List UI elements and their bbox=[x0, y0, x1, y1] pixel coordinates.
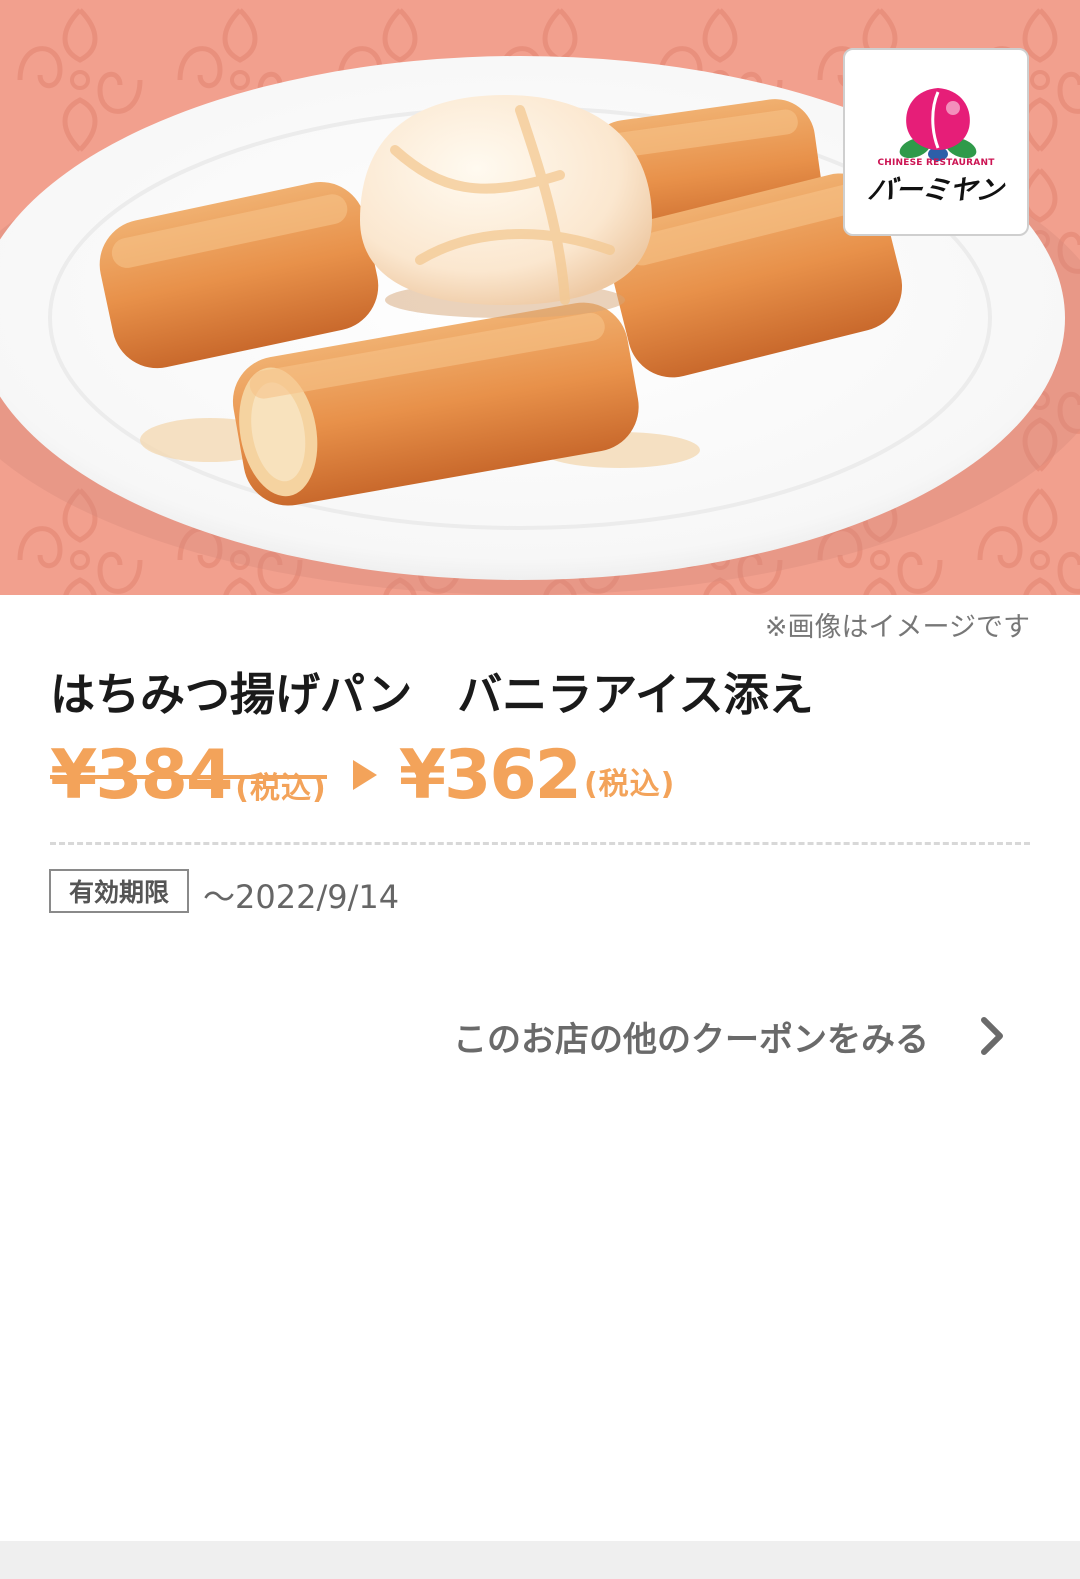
hero-image: CHINESE RESTAURANT バーミヤン bbox=[0, 0, 1080, 595]
expiry-date: 〜2022/9/14 bbox=[203, 878, 400, 916]
more-coupons-link[interactable]: このお店の他のクーポンをみる bbox=[453, 1010, 1005, 1062]
logo-name: バーミヤン bbox=[865, 175, 1006, 206]
chevron-right-icon bbox=[981, 1017, 1003, 1055]
strikethrough-line bbox=[50, 775, 327, 779]
more-coupons-label: このお店の他のクーポンをみる bbox=[453, 1019, 929, 1060]
peach-icon bbox=[899, 88, 977, 161]
bottom-bar bbox=[0, 1541, 1080, 1579]
original-price: ¥384 (税込) bbox=[50, 736, 327, 815]
play-arrow-icon bbox=[352, 760, 377, 790]
dashed-divider bbox=[50, 842, 1030, 845]
price-row: ¥384 (税込) ¥362 (税込) bbox=[50, 730, 675, 820]
product-title: はちみつ揚げパン バニラアイス添え bbox=[50, 668, 814, 721]
logo-subtitle: CHINESE RESTAURANT bbox=[877, 158, 995, 168]
restaurant-logo: CHINESE RESTAURANT バーミヤン bbox=[843, 48, 1029, 236]
discounted-price-tax: (税込) bbox=[583, 767, 676, 802]
expiry-label: 有効期限 bbox=[49, 869, 189, 913]
image-note: ※画像はイメージです bbox=[764, 612, 1030, 643]
discounted-price: ¥362 bbox=[398, 735, 582, 815]
